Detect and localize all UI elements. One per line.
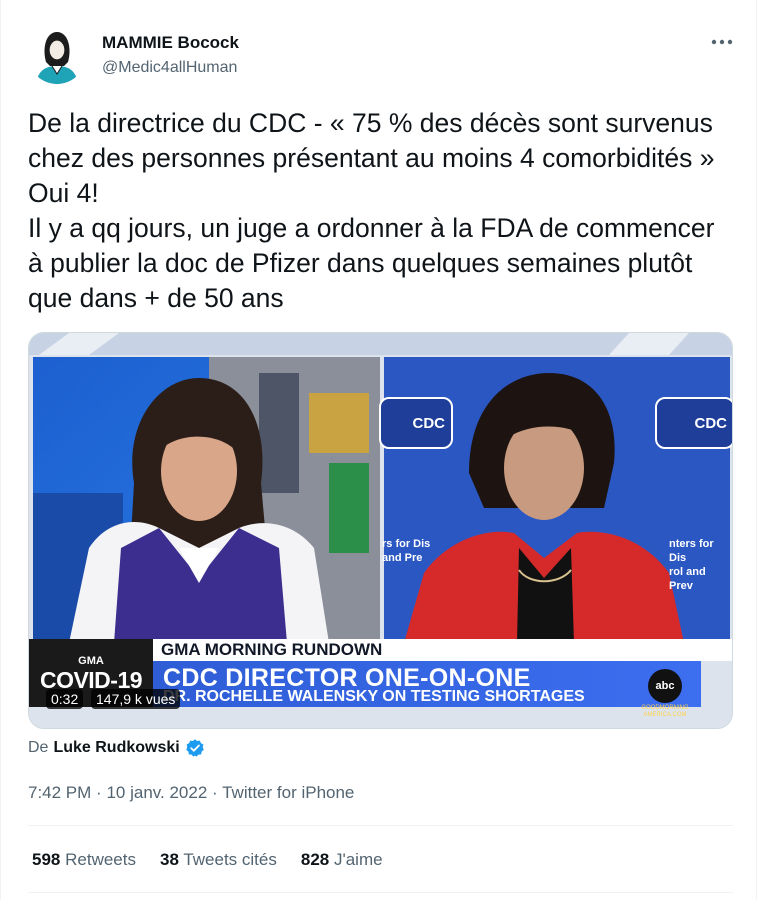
subheadline-text: DR. ROCHELLE WALENSKY ON TESTING SHORTAG…	[163, 688, 585, 705]
tweet-time[interactable]: 7:42 PM	[28, 783, 91, 802]
likes-stat[interactable]: 828 J'aime	[301, 850, 383, 870]
retweets-stat[interactable]: 598 Retweets	[32, 850, 136, 870]
likes-label: J'aime	[333, 850, 383, 869]
meta-separator: ·	[96, 783, 102, 802]
attribution-name[interactable]: Luke Rudkowski	[53, 739, 179, 757]
news-lower-third: GMA MORNING RUNDOWN CDC DIRECTOR ONE-ON-…	[29, 639, 732, 728]
tweet-source[interactable]: Twitter for iPhone	[222, 783, 354, 802]
quotes-label: Tweets cités	[183, 850, 277, 869]
quote-tweets-stat[interactable]: 38 Tweets cités	[160, 850, 277, 870]
retweets-label: Retweets	[65, 850, 136, 869]
author-name[interactable]: MAMMIE Bocock	[102, 33, 239, 53]
divider	[28, 825, 733, 826]
woman-portrait-avatar-icon	[28, 26, 86, 84]
author-avatar[interactable]	[28, 26, 86, 84]
likes-count: 828	[300, 850, 330, 869]
covid-gma-label: GMA	[78, 655, 104, 667]
video-view-count: 147,9 k vues	[91, 689, 181, 709]
tweet-timestamp: 7:42 PM · 10 janv. 2022 · Twitter for iP…	[28, 783, 354, 803]
divider	[28, 892, 733, 893]
retweets-count: 598	[32, 850, 61, 869]
verified-badge-icon	[185, 738, 205, 758]
program-label: GMA MORNING RUNDOWN	[153, 639, 732, 661]
video-attribution: De Luke Rudkowski	[28, 738, 205, 758]
cdc-logo-right: CDC	[655, 397, 732, 449]
tweet-card: MAMMIE Bocock @Medic4allHuman De la dire…	[0, 0, 757, 900]
cdc-banner-text-right: nters for Dis rol and Prev	[669, 538, 714, 592]
video-player[interactable]: CDC CDC rs for Dis and Pre nters for Dis…	[28, 332, 733, 729]
cdc-banner-text-left: rs for Dis and Pre	[382, 538, 431, 564]
tweet-date[interactable]: 10 janv. 2022	[106, 783, 207, 802]
attribution-prefix: De	[28, 739, 49, 756]
gma-url-text: GOODMORNING AMERICA.COM	[641, 705, 689, 718]
cdc-logo-left: CDC	[379, 397, 453, 449]
headline-bar: CDC DIRECTOR ONE-ON-ONE DR. ROCHELLE WAL…	[153, 661, 701, 707]
tweet-text: De la directrice du CDC - « 75 % des déc…	[28, 108, 715, 313]
more-options-icon[interactable]	[707, 30, 737, 54]
meta-separator: ·	[212, 783, 218, 802]
author-handle[interactable]: @Medic4allHuman	[102, 59, 237, 77]
abc-logo: abc	[648, 669, 682, 703]
quotes-count: 38	[159, 850, 179, 869]
video-duration: 0:32	[46, 689, 84, 709]
engagement-stats: 598 Retweets 38 Tweets cités 828 J'aime	[32, 850, 407, 870]
